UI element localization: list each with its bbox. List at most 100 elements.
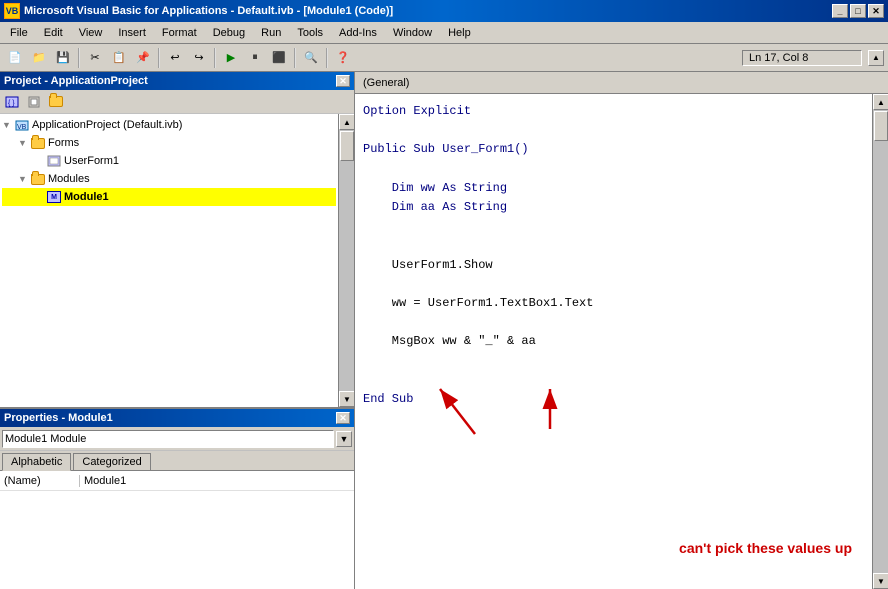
project-tree: ▼ VB ApplicationProject (Default.ivb) ▼ …: [0, 114, 338, 407]
toolbar-open-btn[interactable]: 📁: [28, 47, 50, 69]
code-line-2: [363, 121, 864, 140]
toolbar-paste-btn[interactable]: 📌: [132, 47, 154, 69]
toolbar-redo-btn[interactable]: ↪: [188, 47, 210, 69]
properties-titlebar: Properties - Module1 ✕: [0, 409, 354, 427]
toolbar-sep-5: [326, 48, 328, 68]
modules-folder-icon: [30, 171, 46, 187]
code-area[interactable]: Option Explicit Public Sub User_Form1() …: [355, 94, 872, 589]
tree-root-label: ApplicationProject (Default.ivb): [32, 119, 182, 131]
properties-panel: Properties - Module1 ✕ Module1 Module ▼ …: [0, 409, 354, 589]
tree-module1-label: Module1: [64, 191, 109, 203]
expand-module1: [34, 192, 46, 202]
properties-close-btn[interactable]: ✕: [336, 412, 350, 424]
props-name-label: (Name): [0, 475, 80, 487]
menu-window[interactable]: Window: [385, 25, 440, 41]
annotation-text: can't pick these values up: [679, 537, 852, 559]
menu-file[interactable]: File: [2, 25, 36, 41]
expand-root: ▼: [2, 120, 14, 130]
toolbar-find-btn[interactable]: 🔍: [300, 47, 322, 69]
code-line-10: [363, 275, 864, 294]
code-scroll-track: [873, 110, 888, 573]
toolbar-cut-btn[interactable]: ✂: [84, 47, 106, 69]
code-line-13: MsgBox ww & "_" & aa: [363, 332, 864, 351]
toolbar: 📄 📁 💾 ✂ 📋 📌 ↩ ↪ ▶ ⏸ ⬛ 🔍 ❓ Ln 17, Col 8 ▲: [0, 44, 888, 72]
object-icon: [27, 95, 41, 109]
props-name-row: (Name) Module1: [0, 471, 354, 491]
props-object-dropdown[interactable]: Module1 Module: [2, 430, 334, 448]
scroll-thumb[interactable]: [340, 131, 354, 161]
code-line-15: [363, 371, 864, 390]
props-name-value: Module1: [80, 475, 130, 487]
project-scrollbar[interactable]: ▲ ▼: [338, 114, 354, 407]
scroll-up-btn[interactable]: ▲: [339, 114, 354, 130]
menu-insert[interactable]: Insert: [110, 25, 154, 41]
code-line-7: [363, 217, 864, 236]
props-tabs: Alphabetic Categorized: [0, 451, 354, 471]
scroll-down-btn[interactable]: ▼: [339, 391, 354, 407]
properties-title: Properties - Module1: [4, 412, 113, 424]
code-scrollbar[interactable]: ▲ ▼: [872, 94, 888, 589]
project-icon: VB: [14, 117, 30, 133]
view-object-btn[interactable]: [24, 93, 44, 111]
close-button[interactable]: ✕: [868, 4, 884, 18]
toolbar-undo-btn[interactable]: ↩: [164, 47, 186, 69]
menu-addins[interactable]: Add-Ins: [331, 25, 385, 41]
main-layout: Project - ApplicationProject ✕ { }: [0, 72, 888, 589]
code-panel: (General) Option Explicit Public Sub Use…: [355, 72, 888, 589]
project-panel: Project - ApplicationProject ✕ { }: [0, 72, 354, 409]
minimize-button[interactable]: _: [832, 4, 848, 18]
toolbar-stop-btn[interactable]: ⬛: [268, 47, 290, 69]
toolbar-run-btn[interactable]: ▶: [220, 47, 242, 69]
code-line-14: [363, 351, 864, 370]
menu-view[interactable]: View: [71, 25, 111, 41]
maximize-button[interactable]: □: [850, 4, 866, 18]
expand-forms: ▼: [18, 138, 30, 148]
left-panel: Project - ApplicationProject ✕ { }: [0, 72, 355, 589]
app-icon: VB: [4, 3, 20, 19]
code-line-1: Option Explicit: [363, 102, 864, 121]
menu-run[interactable]: Run: [253, 25, 289, 41]
code-line-11: ww = UserForm1.TextBox1.Text: [363, 294, 864, 313]
toolbar-sep-2: [158, 48, 160, 68]
toolbar-new-btn[interactable]: 📄: [4, 47, 26, 69]
props-dropdown-arrow[interactable]: ▼: [336, 431, 352, 447]
code-icon: { }: [5, 95, 19, 109]
tree-root[interactable]: ▼ VB ApplicationProject (Default.ivb): [2, 116, 336, 134]
tree-forms-folder[interactable]: ▼ Forms: [2, 134, 336, 152]
toggle-folders-btn[interactable]: [46, 93, 66, 111]
tab-alphabetic[interactable]: Alphabetic: [2, 453, 71, 471]
menu-tools[interactable]: Tools: [289, 25, 331, 41]
view-code-btn[interactable]: { }: [2, 93, 22, 111]
tab-categorized[interactable]: Categorized: [73, 453, 150, 470]
module1-icon: M: [46, 189, 62, 205]
code-scroll-thumb[interactable]: [874, 111, 888, 141]
tree-module1[interactable]: M Module1: [2, 188, 336, 206]
expand-modules: ▼: [18, 174, 30, 184]
toolbar-help-btn[interactable]: ❓: [332, 47, 354, 69]
project-toolbar: { }: [0, 90, 354, 114]
tree-userform1[interactable]: UserForm1: [2, 152, 336, 170]
expand-userform1: [34, 156, 46, 166]
tree-modules-folder[interactable]: ▼ Modules: [2, 170, 336, 188]
project-panel-close[interactable]: ✕: [336, 75, 350, 87]
svg-text:VB: VB: [17, 124, 27, 131]
toolbar-pause-btn[interactable]: ⏸: [244, 47, 266, 69]
userform-icon: [46, 153, 62, 169]
toolbar-save-btn[interactable]: 💾: [52, 47, 74, 69]
toolbar-scrollbar-btn[interactable]: ▲: [868, 50, 884, 66]
props-content: (Name) Module1: [0, 471, 354, 589]
code-header: (General): [355, 72, 888, 94]
menu-format[interactable]: Format: [154, 25, 205, 41]
menu-edit[interactable]: Edit: [36, 25, 71, 41]
code-line-5: Dim ww As String: [363, 179, 864, 198]
svg-text:{ }: { }: [8, 100, 15, 107]
code-line-6: Dim aa As String: [363, 198, 864, 217]
menu-help[interactable]: Help: [440, 25, 479, 41]
project-panel-title: Project - ApplicationProject: [4, 75, 148, 87]
code-line-12: [363, 313, 864, 332]
toolbar-copy-btn[interactable]: 📋: [108, 47, 130, 69]
code-scroll-up[interactable]: ▲: [873, 94, 888, 110]
code-scroll-down[interactable]: ▼: [873, 573, 888, 589]
menu-debug[interactable]: Debug: [205, 25, 253, 41]
tree-userform1-label: UserForm1: [64, 155, 119, 167]
